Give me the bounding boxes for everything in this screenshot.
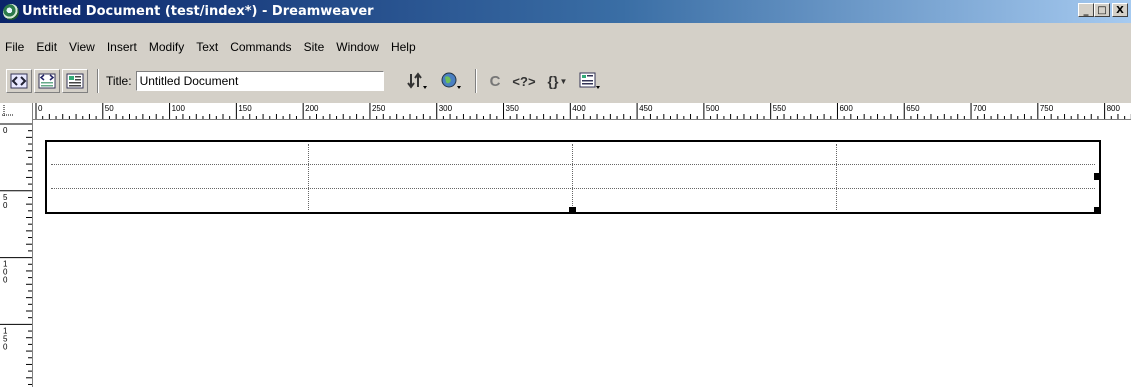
reference-icon: <?> bbox=[512, 73, 536, 89]
horizontal-ruler-label: 300 bbox=[439, 104, 453, 113]
refresh-icon: C bbox=[489, 72, 501, 90]
reference-button[interactable]: <?> bbox=[512, 70, 535, 92]
menu-insert[interactable]: Insert bbox=[101, 40, 143, 54]
table-bottom-resize-handle[interactable] bbox=[569, 207, 576, 214]
toolbar-separator-2 bbox=[474, 69, 477, 93]
file-management-icon bbox=[406, 72, 427, 89]
menu-bar: File Edit View Insert Modify Text Comman… bbox=[0, 37, 422, 57]
table-row-border bbox=[51, 164, 1095, 165]
refresh-button[interactable]: C bbox=[490, 70, 501, 92]
ruler-origin-icon bbox=[2, 105, 14, 117]
horizontal-ruler-label: 350 bbox=[506, 104, 520, 113]
code-navigation-button[interactable]: {} ▼ bbox=[548, 70, 568, 92]
horizontal-ruler-label: 150 bbox=[238, 104, 252, 113]
menu-file[interactable]: File bbox=[0, 40, 30, 54]
selected-table[interactable] bbox=[45, 140, 1101, 214]
horizontal-ruler-label: 600 bbox=[839, 104, 853, 113]
code-view-icon bbox=[10, 73, 28, 89]
preview-in-browser-button[interactable] bbox=[440, 70, 462, 92]
horizontal-ruler-label: 700 bbox=[973, 104, 987, 113]
title-bar[interactable]: Untitled Document (test/index*) - Dreamw… bbox=[0, 0, 1131, 23]
vertical-ruler[interactable]: 050100150 bbox=[0, 120, 33, 387]
horizontal-ruler[interactable]: 0 50 100 150 200 250 300 350 400 450 500 550 600 650 7… bbox=[33, 103, 1131, 120]
minimize-button[interactable]: _ bbox=[1078, 3, 1094, 17]
horizontal-ruler-label: 550 bbox=[773, 104, 787, 113]
dreamweaver-window: Untitled Document (test/index*) - Dreamw… bbox=[0, 0, 1131, 387]
horizontal-ruler-label: 500 bbox=[706, 104, 720, 113]
horizontal-ruler-label: 400 bbox=[572, 104, 586, 113]
table-column-border bbox=[308, 144, 309, 210]
vertical-ruler-label: 0 bbox=[3, 342, 8, 351]
toolbar-separator bbox=[97, 69, 99, 93]
file-management-button[interactable] bbox=[406, 70, 428, 92]
table-right-resize-handle[interactable] bbox=[1094, 173, 1101, 180]
vertical-ruler-ticks: 050100150 bbox=[0, 123, 32, 385]
horizontal-ruler-label: 450 bbox=[639, 104, 653, 113]
preview-in-browser-icon bbox=[441, 72, 461, 89]
horizontal-ruler-ticks: 0 50 100 150 200 250 300 350 400 450 500 550 600 650 7… bbox=[35, 103, 1131, 119]
table-corner-resize-handle[interactable] bbox=[1094, 207, 1101, 214]
menu-edit[interactable]: Edit bbox=[30, 40, 63, 54]
maximize-button[interactable]: □ bbox=[1094, 3, 1110, 17]
horizontal-ruler-label: 250 bbox=[372, 104, 386, 113]
horizontal-ruler-label: 750 bbox=[1040, 104, 1054, 113]
close-button[interactable]: X bbox=[1112, 3, 1128, 17]
horizontal-ruler-label: 0 bbox=[38, 104, 43, 113]
window-title: Untitled Document (test/index*) - Dreamw… bbox=[22, 4, 374, 19]
view-options-button[interactable] bbox=[579, 70, 601, 92]
code-view-button[interactable] bbox=[6, 69, 32, 93]
menu-window[interactable]: Window bbox=[330, 40, 385, 54]
title-label: Title: bbox=[106, 74, 132, 88]
table-column-border bbox=[836, 144, 837, 210]
document-toolbar: Title: C <?> {} ▼ bbox=[0, 65, 1131, 97]
horizontal-ruler-label: 800 bbox=[1107, 104, 1121, 113]
table-column-border bbox=[572, 144, 573, 210]
split-view-button[interactable] bbox=[34, 69, 60, 93]
vertical-ruler-label: 0 bbox=[3, 201, 8, 210]
dreamweaver-app-icon[interactable] bbox=[3, 3, 19, 20]
horizontal-ruler-label: 200 bbox=[305, 104, 319, 113]
design-view-icon bbox=[66, 73, 84, 89]
horizontal-ruler-label: 50 bbox=[105, 104, 114, 113]
horizontal-ruler-label: 650 bbox=[906, 104, 920, 113]
ruler-origin[interactable] bbox=[0, 103, 33, 120]
document-title-input[interactable] bbox=[135, 71, 384, 91]
menu-commands[interactable]: Commands bbox=[224, 40, 297, 54]
menu-modify[interactable]: Modify bbox=[143, 40, 190, 54]
window-controls: _ □ X bbox=[1078, 3, 1128, 17]
menu-site[interactable]: Site bbox=[298, 40, 331, 54]
horizontal-ruler-label: 100 bbox=[172, 104, 186, 113]
vertical-ruler-label: 0 bbox=[3, 276, 8, 285]
menu-view[interactable]: View bbox=[63, 40, 101, 54]
vertical-ruler-label: 0 bbox=[3, 126, 8, 135]
table-row-border bbox=[51, 188, 1095, 189]
design-canvas[interactable] bbox=[33, 120, 1131, 387]
split-view-icon bbox=[38, 73, 56, 89]
view-options-icon bbox=[579, 72, 601, 89]
design-view-button[interactable] bbox=[62, 69, 88, 93]
menu-text[interactable]: Text bbox=[190, 40, 224, 54]
menu-help[interactable]: Help bbox=[385, 40, 422, 54]
code-navigation-icon: {} bbox=[547, 73, 559, 89]
dropdown-arrow-icon: ▼ bbox=[559, 76, 568, 86]
